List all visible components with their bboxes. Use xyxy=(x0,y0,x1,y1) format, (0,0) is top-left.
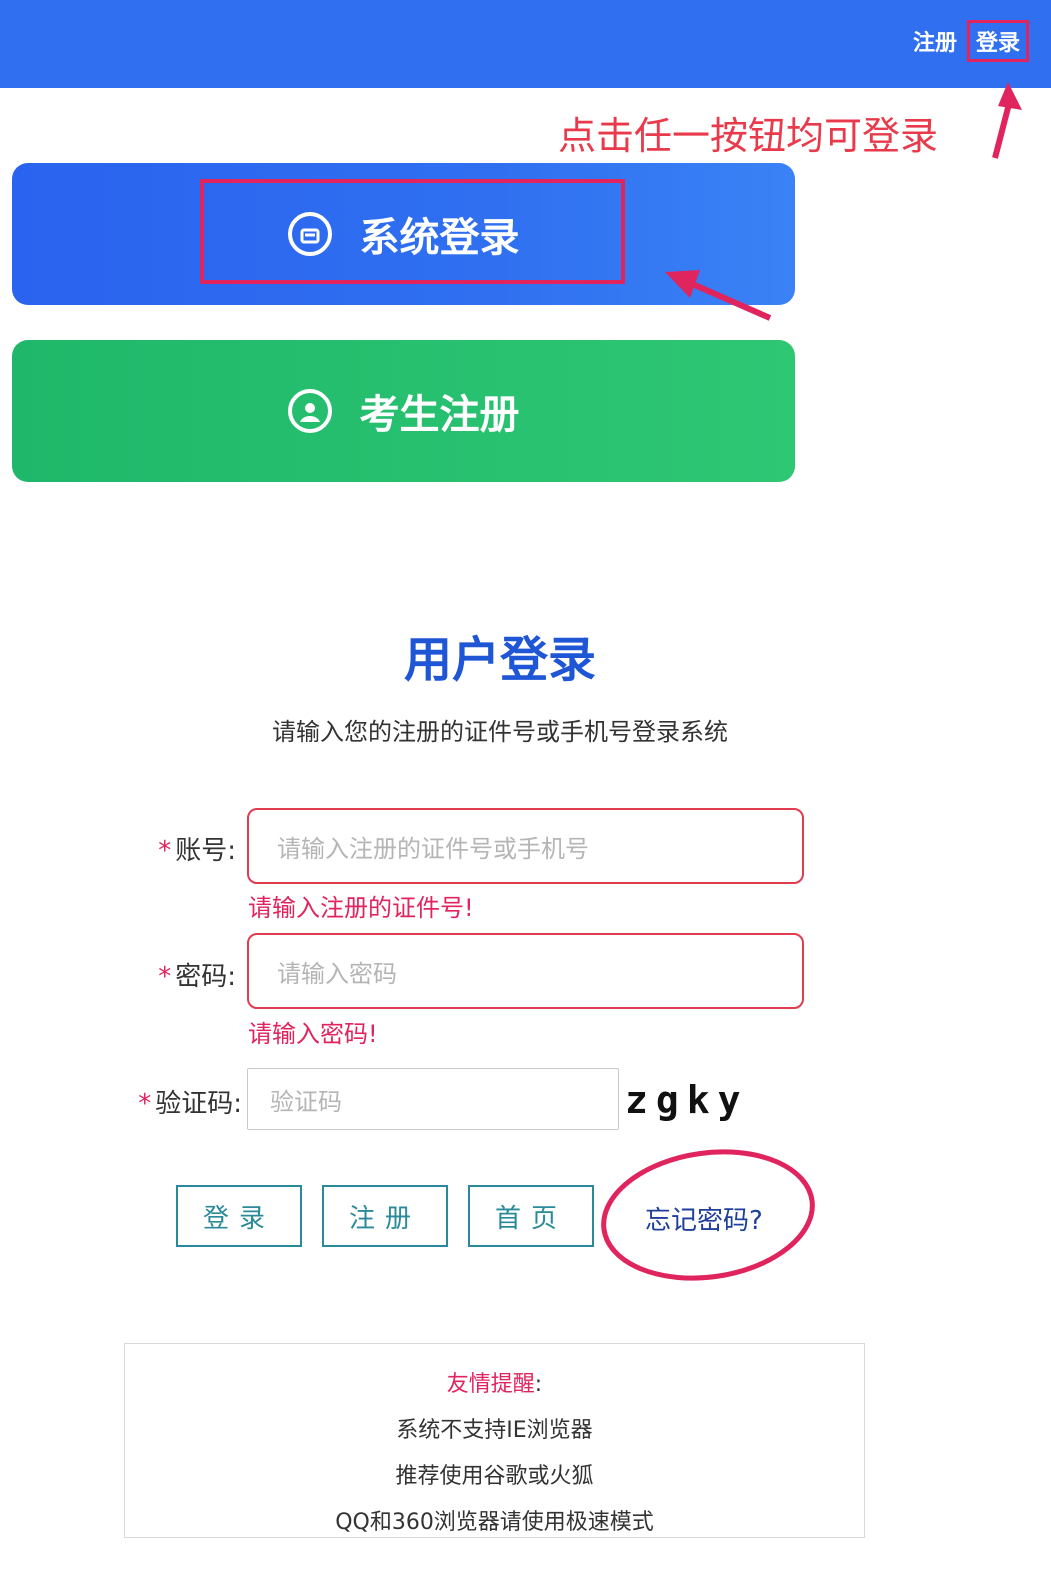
annotation-text: 点击任一按钮均可登录 xyxy=(558,114,939,158)
top-nav: 注册 登录 xyxy=(913,20,1029,62)
password-placeholder: 请输入密码 xyxy=(277,959,397,988)
notice-title: 友情提醒: xyxy=(446,1372,543,1397)
register-button[interactable]: 注册 xyxy=(322,1185,448,1247)
notice-line: 系统不支持IE浏览器 xyxy=(396,1418,593,1443)
notice-line: 推荐使用谷歌或火狐 xyxy=(395,1464,594,1489)
required-mark: * xyxy=(158,836,172,866)
top-nav-bar: 注册 登录 xyxy=(0,0,1051,88)
exam-register-button[interactable]: 考生注册 xyxy=(12,340,795,482)
user-circle-icon xyxy=(287,389,332,433)
required-mark: * xyxy=(158,962,172,992)
home-button[interactable]: 首页 xyxy=(468,1185,594,1247)
page-title: 用户登录 xyxy=(403,632,596,688)
notice-box: 友情提醒: 系统不支持IE浏览器 推荐使用谷歌或火狐 QQ和360浏览器请使用极… xyxy=(124,1343,865,1538)
top-login-link[interactable]: 登录 xyxy=(966,20,1029,62)
required-mark: * xyxy=(138,1089,152,1119)
login-button[interactable]: 登录 xyxy=(176,1185,302,1247)
captcha-input[interactable]: 验证码 xyxy=(247,1068,619,1130)
captcha-label: * 验证码: xyxy=(138,1089,242,1119)
page-subtitle: 请输入您的注册的证件号或手机号登录系统 xyxy=(272,718,728,746)
captcha-image[interactable]: zgky xyxy=(625,1078,749,1122)
exam-register-label: 考生注册 xyxy=(359,392,520,438)
password-input[interactable]: 请输入密码 xyxy=(247,933,804,1009)
password-error: 请输入密码! xyxy=(248,1020,378,1048)
account-error: 请输入注册的证件号! xyxy=(248,894,474,922)
account-input[interactable]: 请输入注册的证件号或手机号 xyxy=(247,808,804,884)
highlight-box xyxy=(200,179,625,284)
account-placeholder: 请输入注册的证件号或手机号 xyxy=(277,834,589,863)
forgot-password-link[interactable]: 忘记密码? xyxy=(645,1200,763,1237)
top-register-link[interactable]: 注册 xyxy=(913,25,957,57)
captcha-placeholder: 验证码 xyxy=(270,1087,342,1116)
notice-line: QQ和360浏览器请使用极速模式 xyxy=(335,1510,654,1535)
account-label: * 账号: xyxy=(158,836,236,866)
password-label: * 密码: xyxy=(158,962,236,992)
